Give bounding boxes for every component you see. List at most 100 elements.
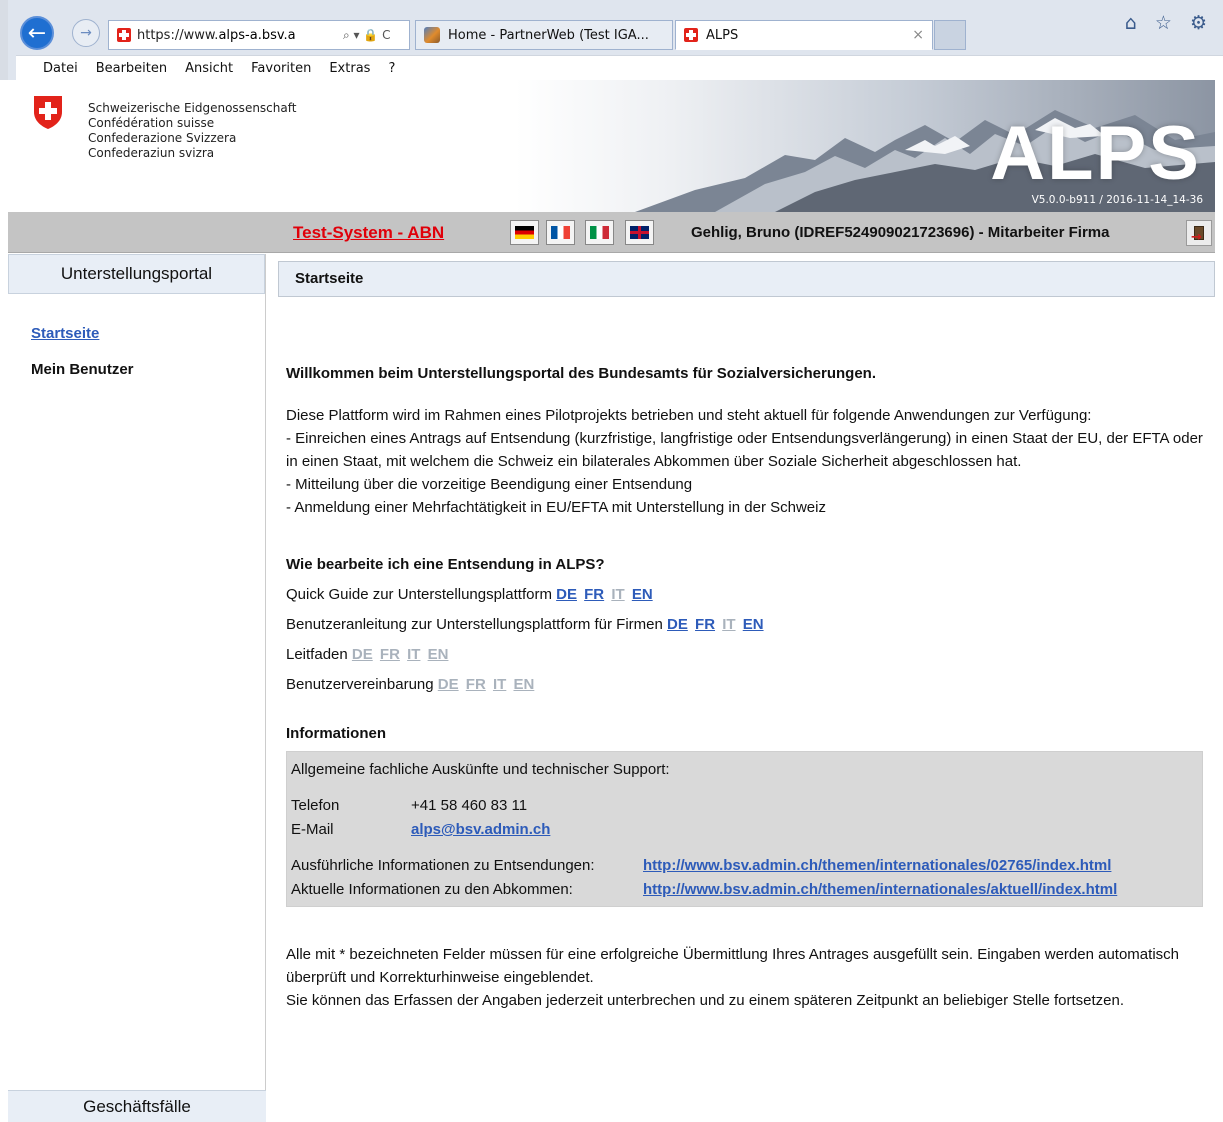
language-fr-button[interactable]: [546, 220, 575, 245]
document-link-it: IT: [407, 646, 421, 663]
sidebar-section-geschaeftsfaelle[interactable]: Geschäftsfälle: [8, 1090, 266, 1122]
menu-datei[interactable]: Datei: [43, 61, 78, 76]
support-line: Allgemeine fachliche Auskünfte und techn…: [291, 761, 670, 778]
detail-info-link[interactable]: http://www.bsv.admin.ch/themen/internati…: [643, 857, 1111, 874]
document-link-it: IT: [492, 676, 507, 693]
browser-chrome: ← → https://www.alps-a.bsv.a ⌕ ▾ 🔒 C Hom…: [0, 0, 1223, 80]
document-link-de: DE: [351, 646, 373, 663]
menu-extras[interactable]: Extras: [329, 61, 370, 76]
tab-alps[interactable]: ALPS ×: [675, 20, 933, 50]
document-link-en[interactable]: EN: [743, 616, 764, 633]
browser-toolbar-icons[interactable]: ⌂ ☆ ⚙: [1125, 12, 1213, 34]
detail-info-row: Ausführliche Informationen zu Entsendung…: [291, 854, 1198, 878]
document-link-de[interactable]: DE: [667, 616, 688, 633]
intro-item: - Mitteilung über die vorzeitige Beendig…: [286, 476, 693, 493]
page: Schweizerische Eidgenossenschaft Confédé…: [8, 80, 1215, 1122]
confed-line-rm: Confederaziun svizra: [88, 146, 215, 160]
document-link-en: EN: [513, 676, 535, 693]
confed-line-de: Schweizerische Eidgenossenschaft: [88, 101, 297, 115]
arrow-icon: →: [1191, 230, 1202, 245]
howto-heading: Wie bearbeite ich eine Entsendung in ALP…: [286, 556, 605, 573]
logout-button[interactable]: →: [1186, 220, 1212, 246]
intro-text: Diese Plattform wird im Rahmen eines Pil…: [286, 404, 1208, 519]
welcome-heading: Willkommen beim Unterstellungsportal des…: [286, 365, 876, 382]
tab-title: Home - PartnerWeb (Test IGA...: [448, 27, 649, 43]
close-tab-icon[interactable]: ×: [912, 27, 924, 43]
document-label: Leitfaden: [286, 646, 348, 663]
forward-button[interactable]: →: [72, 19, 100, 47]
site-favicon-icon: [117, 28, 131, 42]
current-info-row: Aktuelle Informationen zu den Abkommen: h…: [291, 878, 1198, 902]
document-row: Benutzeranleitung zur Unterstellungsplat…: [286, 610, 1208, 640]
document-link-it: IT: [611, 586, 625, 603]
user-info: Gehlig, Bruno (IDREF524909021723696) - M…: [691, 224, 1110, 241]
phone-value: +41 58 460 83 11: [411, 797, 528, 814]
email-link[interactable]: alps@bsv.admin.ch: [411, 821, 550, 838]
document-link-de[interactable]: DE: [556, 586, 577, 603]
phone-row: Telefon +41 58 460 83 11: [291, 794, 1198, 818]
sidebar-item-mein-benutzer[interactable]: Mein Benutzer: [31, 361, 134, 378]
address-controls-icon[interactable]: ⌕ ▾ 🔒 C: [343, 28, 391, 43]
document-row: Benutzervereinbarung DE FR IT EN: [286, 670, 1208, 700]
info-heading: Informationen: [286, 725, 386, 742]
detail-info-label: Ausführliche Informationen zu Entsendung…: [291, 857, 595, 874]
menu-favoriten[interactable]: Favoriten: [251, 61, 311, 76]
tab-title: ALPS: [706, 27, 739, 43]
document-link-de: DE: [437, 676, 459, 693]
partnerweb-favicon-icon: [424, 27, 440, 43]
arrow-left-icon: ←: [27, 20, 47, 46]
address-bar[interactable]: https://www.alps-a.bsv.a ⌕ ▾ 🔒 C: [108, 20, 410, 50]
email-label: E-Mail: [291, 821, 334, 838]
flag-it-icon: [590, 226, 609, 239]
swiss-coat-of-arms-icon: [34, 96, 62, 129]
document-link-fr: FR: [465, 676, 486, 693]
menu-bearbeiten[interactable]: Bearbeiten: [96, 61, 167, 76]
language-en-button[interactable]: [625, 220, 654, 245]
flag-fr-icon: [551, 226, 570, 239]
document-row: Leitfaden DE FR IT EN: [286, 640, 1208, 670]
flag-de-icon: [515, 226, 534, 239]
intro-item: - Einreichen eines Antrags auf Entsendun…: [286, 430, 1203, 470]
language-de-button[interactable]: [510, 220, 539, 245]
email-row: E-Mail alps@bsv.admin.ch: [291, 818, 1198, 842]
sidebar-item-startseite[interactable]: Startseite: [31, 325, 99, 342]
app-logo: ALPS: [990, 111, 1201, 196]
document-row: Quick Guide zur Unterstellungsplattform …: [286, 580, 1208, 610]
document-link-en: EN: [427, 646, 449, 663]
url-text[interactable]: https://www.alps-a.bsv.a: [137, 28, 337, 43]
content-body: Willkommen beim Unterstellungsportal des…: [286, 362, 1208, 1012]
sidebar-header[interactable]: Unterstellungsportal: [8, 254, 265, 294]
browser-tabbar: ← → https://www.alps-a.bsv.a ⌕ ▾ 🔒 C Hom…: [16, 12, 1223, 52]
menu-ansicht[interactable]: Ansicht: [185, 61, 233, 76]
footer-note-paragraph: Sie können das Erfassen der Angaben jede…: [286, 992, 1125, 1009]
breadcrumb: Startseite: [278, 261, 1215, 297]
current-info-link[interactable]: http://www.bsv.admin.ch/themen/internati…: [643, 881, 1117, 898]
menu-help[interactable]: ?: [388, 61, 395, 76]
document-link-en[interactable]: EN: [632, 586, 653, 603]
top-bar: Test-System - ABN Gehlig, Bruno (IDREF52…: [8, 212, 1215, 253]
new-tab-button[interactable]: [934, 20, 966, 50]
current-info-label: Aktuelle Informationen zu den Abkommen:: [291, 881, 573, 898]
document-label: Benutzeranleitung zur Unterstellungsplat…: [286, 616, 663, 633]
confed-line-it: Confederazione Svizzera: [88, 131, 237, 145]
version-label: V5.0.0-b911 / 2016-11-14_14-36: [1031, 194, 1203, 206]
phone-label: Telefon: [291, 797, 340, 814]
main-content: Startseite Willkommen beim Unterstellung…: [278, 254, 1215, 1122]
alps-favicon-icon: [684, 28, 698, 42]
info-box: Allgemeine fachliche Auskünfte und techn…: [286, 751, 1203, 907]
header-banner: Schweizerische Eidgenossenschaft Confédé…: [8, 80, 1215, 212]
language-it-button[interactable]: [585, 220, 614, 245]
flag-uk-icon: [630, 226, 649, 239]
documents-list: Quick Guide zur Unterstellungsplattform …: [286, 580, 1208, 700]
document-label: Benutzervereinbarung: [286, 676, 434, 693]
arrow-right-icon: →: [80, 25, 92, 41]
document-link-fr[interactable]: FR: [695, 616, 715, 633]
document-link-fr[interactable]: FR: [584, 586, 604, 603]
back-button[interactable]: ←: [20, 16, 54, 50]
footer-note: Alle mit * bezeichneten Felder müssen fü…: [286, 943, 1208, 1012]
document-link-it: IT: [722, 616, 736, 633]
document-label: Quick Guide zur Unterstellungsplattform: [286, 586, 552, 603]
footer-note-paragraph: Alle mit * bezeichneten Felder müssen fü…: [286, 946, 1179, 986]
confed-line-fr: Confédération suisse: [88, 116, 215, 130]
tab-partnerweb[interactable]: Home - PartnerWeb (Test IGA...: [415, 20, 673, 50]
